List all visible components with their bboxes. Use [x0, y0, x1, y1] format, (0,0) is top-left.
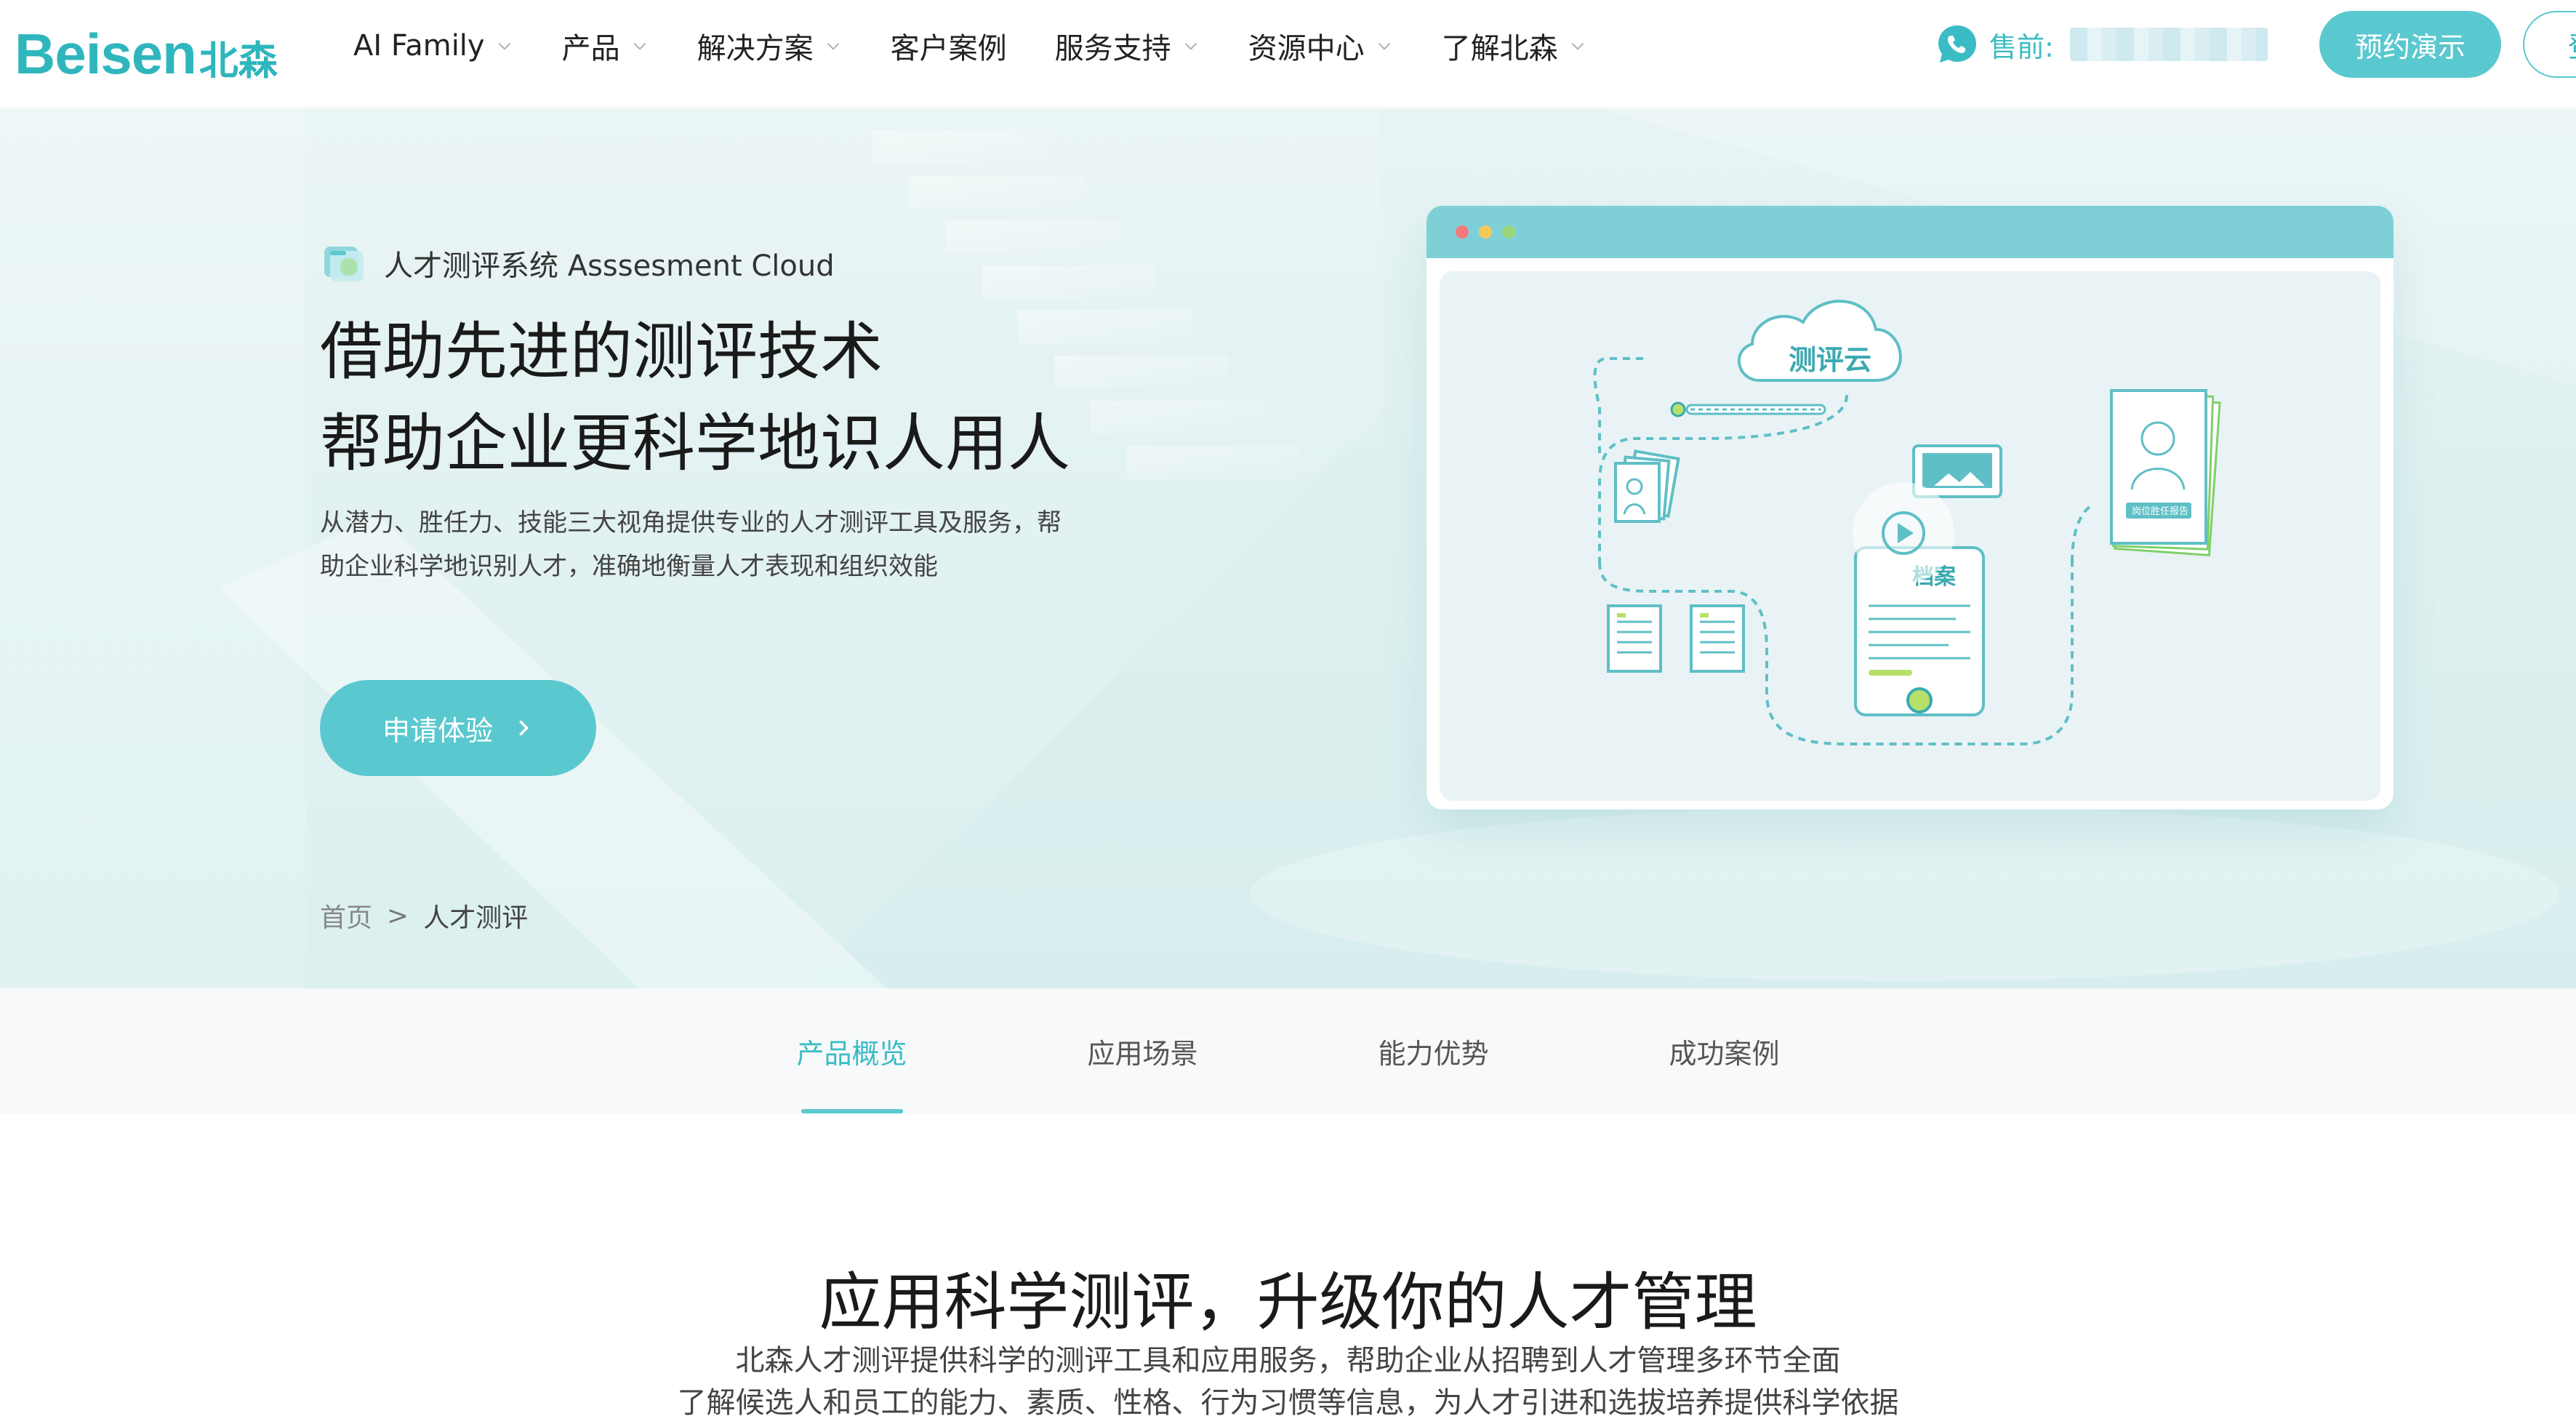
login-button[interactable]: 登 — [2523, 11, 2576, 78]
site-header: Beisen 北森 AI Family 产品 解决方案 客户案例 服务支持 资源… — [0, 0, 2576, 108]
beisen-logo[interactable]: Beisen 北森 — [15, 13, 278, 95]
assessment-cloud-icon — [324, 247, 364, 281]
cloud-label: 测评云 — [1789, 344, 1871, 376]
breadcrumb-home-link[interactable]: 首页 — [320, 897, 372, 935]
window-dot-green — [1502, 225, 1515, 239]
chevron-down-icon — [1571, 42, 1584, 50]
section-desc-line: 北森人才测评提供科学的测评工具和应用服务，帮助企业从招聘到人才管理多环节全面 — [735, 1344, 1841, 1377]
nav-item-ai-family[interactable]: AI Family — [353, 29, 514, 63]
product-illustration-window: 测评云 档案 岗位胜任报告 — [1427, 206, 2394, 809]
hero-desc-line: 助企业科学地识别人才，准确地衡量人才表现和组织效能 — [320, 552, 938, 581]
window-dot-yellow — [1479, 225, 1492, 239]
product-name: 人才测评系统 Asssesment Cloud — [384, 249, 835, 283]
report-label: 岗位胜任报告 — [2132, 506, 2188, 517]
nav-label: 客户案例 — [890, 32, 1007, 65]
chevron-down-icon — [1184, 42, 1197, 50]
hero-desc-line: 从潜力、胜任力、技能三大视角提供专业的人才测评工具及服务，帮 — [320, 508, 1062, 537]
nav-label: 解决方案 — [697, 32, 814, 65]
nav-label: 了解北森 — [1441, 32, 1558, 65]
nav-item-support[interactable]: 服务支持 — [1055, 25, 1200, 67]
section-title: 应用科学测评，升级你的人才管理 — [819, 1266, 1757, 1339]
nav-item-about[interactable]: 了解北森 — [1442, 25, 1587, 67]
phone-chat-icon — [1938, 25, 1976, 63]
chevron-down-icon — [1378, 42, 1390, 50]
breadcrumb-current: 人才测评 — [423, 903, 529, 933]
hero-title-line: 帮助企业更科学地识人用人 — [320, 407, 1070, 480]
presales-label: 售前: — [1989, 31, 2054, 63]
tab-application-scenarios[interactable]: 应用场景 — [998, 988, 1288, 1113]
main-nav: AI Family 产品 解决方案 客户案例 服务支持 资源中心 了解北森 — [353, 0, 1635, 92]
nav-label: 服务支持 — [1054, 32, 1171, 65]
nav-item-resources[interactable]: 资源中心 — [1248, 25, 1394, 67]
nav-label: 产品 — [561, 32, 620, 65]
logo-text-en: Beisen — [15, 21, 197, 86]
breadcrumb-separator: > — [387, 900, 409, 931]
nav-item-solutions[interactable]: 解决方案 — [697, 25, 843, 67]
window-dot-red — [1456, 225, 1469, 239]
window-titlebar — [1427, 206, 2394, 258]
nav-item-customer-cases[interactable]: 客户案例 — [891, 25, 1007, 67]
hero-title: 借助先进的测评技术 帮助企业更科学地识人用人 — [320, 306, 1070, 489]
apply-trial-button[interactable]: 申请体验 — [320, 680, 596, 776]
hero-description: 从潜力、胜任力、技能三大视角提供专业的人才测评工具及服务，帮 助企业科学地识别人… — [320, 501, 1105, 588]
illustration-canvas: 测评云 档案 岗位胜任报告 — [1440, 271, 2380, 801]
hero-banner: 人才测评系统 Asssesment Cloud 借助先进的测评技术 帮助企业更科… — [0, 108, 2576, 988]
nav-label: AI Family — [353, 29, 485, 63]
section-tabs: 产品概览 应用场景 能力优势 成功案例 — [0, 988, 2576, 1113]
assessment-flow-illustration: 测评云 档案 岗位胜任报告 — [1593, 300, 2221, 745]
tab-success-cases[interactable]: 成功案例 — [1579, 988, 1870, 1113]
chevron-down-icon — [498, 42, 510, 50]
section-desc-line: 了解候选人和员工的能力、素质、性格、行为习惯等信息，为人才引进和选拔培养提供科学… — [677, 1386, 1899, 1420]
tab-product-overview[interactable]: 产品概览 — [707, 988, 998, 1113]
nav-label: 资源中心 — [1248, 32, 1365, 65]
apply-trial-label: 申请体验 — [382, 716, 493, 747]
product-tag: 人才测评系统 Asssesment Cloud — [320, 239, 835, 287]
logo-text-cn: 北森 — [198, 37, 278, 84]
tab-capability-advantages[interactable]: 能力优势 — [1288, 988, 1579, 1113]
hero-title-line: 借助先进的测评技术 — [320, 316, 883, 388]
breadcrumb: 首页 > 人才测评 — [320, 897, 528, 935]
nav-item-products[interactable]: 产品 — [562, 25, 649, 67]
phone-number-blurred — [2069, 28, 2268, 61]
chevron-right-icon — [519, 720, 529, 736]
chevron-down-icon — [827, 42, 839, 50]
section-description: 北森人才测评提供科学的测评工具和应用服务，帮助企业从招聘到人才管理多环节全面 了… — [0, 1340, 2576, 1424]
chevron-down-icon — [633, 42, 646, 50]
book-demo-button[interactable]: 预约演示 — [2319, 11, 2501, 78]
presales-contact: 售前: — [1935, 20, 2268, 68]
